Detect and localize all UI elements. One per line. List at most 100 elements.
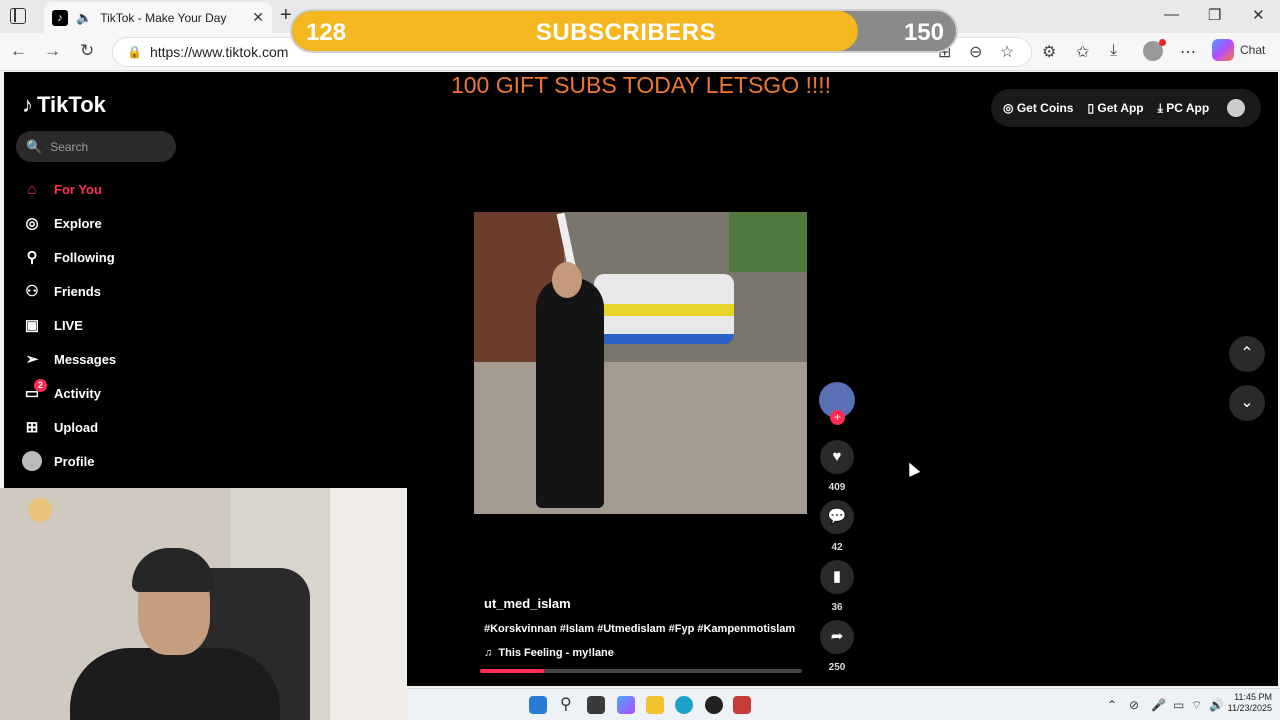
share-count: 250 [828, 662, 846, 673]
back-icon[interactable]: ← [10, 41, 27, 61]
video-progress-fill [480, 669, 545, 673]
sidebar-item-messages[interactable]: ➢ Messages [22, 342, 116, 376]
plus-square-icon: ⊞ [25, 419, 39, 436]
mouse-cursor [903, 460, 921, 477]
share-arrow-icon: ➦ [830, 628, 844, 645]
video-hashtags[interactable]: #Korskvinnan #Islam #Utmedislam #Fyp #Ka… [484, 623, 795, 635]
start-icon[interactable] [529, 696, 547, 714]
sidebar-item-label: Upload [54, 419, 99, 435]
copilot-icon [1212, 39, 1234, 61]
save-count: 36 [831, 602, 843, 613]
streaming-app-icon[interactable] [733, 696, 751, 714]
webcam-chandelier [28, 498, 52, 522]
video-player[interactable] [474, 212, 807, 514]
browser-tab[interactable]: ♪ 🔈 TikTok - Make Your Day ✕ [44, 2, 272, 33]
windows-taskbar: ⚲ ⌃ ⊘ 🎤 ▭ ⌔ 🔊 [407, 688, 1280, 720]
save-button[interactable]: ▮ [820, 560, 854, 594]
sidebar-item-for-you[interactable]: ⌂ For You [22, 172, 116, 206]
copilot-taskbar-icon[interactable] [617, 696, 635, 714]
sidebar-item-label: Explore [54, 215, 102, 231]
tray-chevron-icon[interactable]: ⌃ [1107, 698, 1117, 712]
tray-network-off-icon[interactable]: ⊘ [1129, 698, 1139, 712]
comment-icon: 💬 [827, 508, 847, 525]
chevron-down-icon: ⌄ [1240, 394, 1254, 411]
tray-wifi-icon[interactable]: ⌔ [1191, 698, 1202, 713]
tab-actions-icon[interactable] [10, 8, 26, 24]
taskbar-search-icon[interactable]: ⚲ [560, 694, 572, 714]
user-avatar[interactable] [1227, 99, 1246, 117]
video-author[interactable]: ut_med_islam [484, 596, 571, 611]
sidebar-item-profile[interactable]: Profile [22, 444, 116, 478]
new-tab-button[interactable]: + [280, 4, 292, 27]
edge-icon[interactable] [675, 696, 693, 714]
like-button[interactable]: ♥ [820, 440, 854, 474]
tray-mic-icon[interactable]: 🎤 [1151, 698, 1166, 712]
sidebar-item-friends[interactable]: ⚇ Friends [22, 274, 116, 308]
extensions-icon[interactable]: ⚙ [1042, 42, 1056, 62]
next-video-button[interactable]: ⌄ [1229, 385, 1265, 421]
close-window-icon[interactable]: ✕ [1252, 6, 1265, 24]
pc-app-button[interactable]: ⤓ PC App [1158, 101, 1210, 116]
speaker-icon[interactable]: 🔈 [76, 10, 92, 26]
search-input[interactable]: 🔍 Search [16, 131, 176, 162]
restore-icon[interactable]: ❐ [1208, 6, 1221, 24]
previous-video-button[interactable]: ⌃ [1229, 336, 1265, 372]
tiktok-note-icon: ♪ [22, 92, 33, 117]
favorites-icon[interactable]: ✩ [1076, 42, 1089, 62]
sidebar-item-explore[interactable]: ◎ Explore [22, 206, 116, 240]
obs-icon[interactable] [705, 696, 723, 714]
compass-icon: ◎ [25, 215, 39, 232]
favorite-star-icon[interactable]: ☆ [1000, 42, 1014, 62]
sidebar-item-label: Activity [54, 385, 101, 401]
copilot-button[interactable]: Chat [1212, 39, 1265, 61]
share-button[interactable]: ➦ [820, 620, 854, 654]
sidebar-nav: ⌂ For You ◎ Explore ⚲ Following ⚇ Friend… [22, 172, 116, 478]
video-scene-person [536, 278, 604, 508]
get-app-label: Get App [1097, 101, 1144, 115]
file-explorer-icon[interactable] [646, 696, 664, 714]
minimize-icon[interactable]: — [1164, 6, 1179, 23]
video-scene-trees [729, 212, 807, 272]
tiktok-logo[interactable]: ♪ TikTok [22, 92, 106, 118]
tab-title: TikTok - Make Your Day [100, 10, 227, 25]
activity-badge: 2 [34, 379, 47, 392]
forward-icon[interactable]: → [44, 41, 61, 61]
comment-count: 42 [831, 542, 843, 553]
home-icon: ⌂ [27, 180, 37, 198]
search-icon: 🔍 [26, 138, 43, 154]
tray-display-icon[interactable]: ▭ [1173, 698, 1184, 712]
clock-date: 11/23/2025 [1227, 703, 1272, 713]
zoom-icon[interactable]: ⊖ [969, 42, 982, 62]
person-plus-icon: ⚲ [26, 249, 38, 266]
follow-plus-icon[interactable]: + [830, 410, 845, 425]
comment-button[interactable]: 💬 [820, 500, 854, 534]
task-view-icon[interactable] [587, 696, 605, 714]
pc-app-label: PC App [1166, 100, 1210, 115]
lock-icon[interactable]: 🔒 [127, 45, 142, 59]
close-tab-icon[interactable]: ✕ [252, 9, 264, 26]
video-music[interactable]: ♫ This Feeling - my!lane [484, 647, 614, 659]
get-coins-button[interactable]: ◎ Get Coins [1003, 101, 1073, 115]
video-progress-bar[interactable] [480, 669, 802, 673]
downloads-icon[interactable]: ⤓ [1110, 42, 1117, 60]
system-clock[interactable]: 11:45 PM 11/23/2025 [1222, 692, 1272, 714]
clock-time: 11:45 PM [1234, 692, 1272, 702]
sidebar-item-live[interactable]: ▣ LIVE [22, 308, 116, 342]
webcam-overlay [0, 488, 407, 720]
webcam-door [330, 488, 407, 720]
avatar [22, 451, 42, 471]
tiktok-logo-text: TikTok [37, 92, 106, 117]
more-menu-icon[interactable]: ⋯ [1180, 42, 1196, 62]
sidebar-item-following[interactable]: ⚲ Following [22, 240, 116, 274]
screen: ♪ 🔈 TikTok - Make Your Day ✕ + — ❐ ✕ ← →… [0, 0, 1280, 720]
refresh-icon[interactable]: ↻ [80, 41, 94, 61]
sidebar-item-activity[interactable]: ▭ 2 Activity [22, 376, 116, 410]
like-count: 409 [828, 482, 846, 493]
heart-icon: ♥ [832, 448, 842, 465]
paper-plane-icon: ➢ [25, 351, 39, 368]
subscriber-goal-bar: 128 SUBSCRIBERS 150 [290, 9, 958, 53]
sidebar-item-label: For You [54, 181, 102, 197]
profile-avatar[interactable] [1143, 39, 1166, 61]
sidebar-item-upload[interactable]: ⊞ Upload [22, 410, 116, 444]
get-app-button[interactable]: ▯ Get App [1087, 101, 1143, 115]
